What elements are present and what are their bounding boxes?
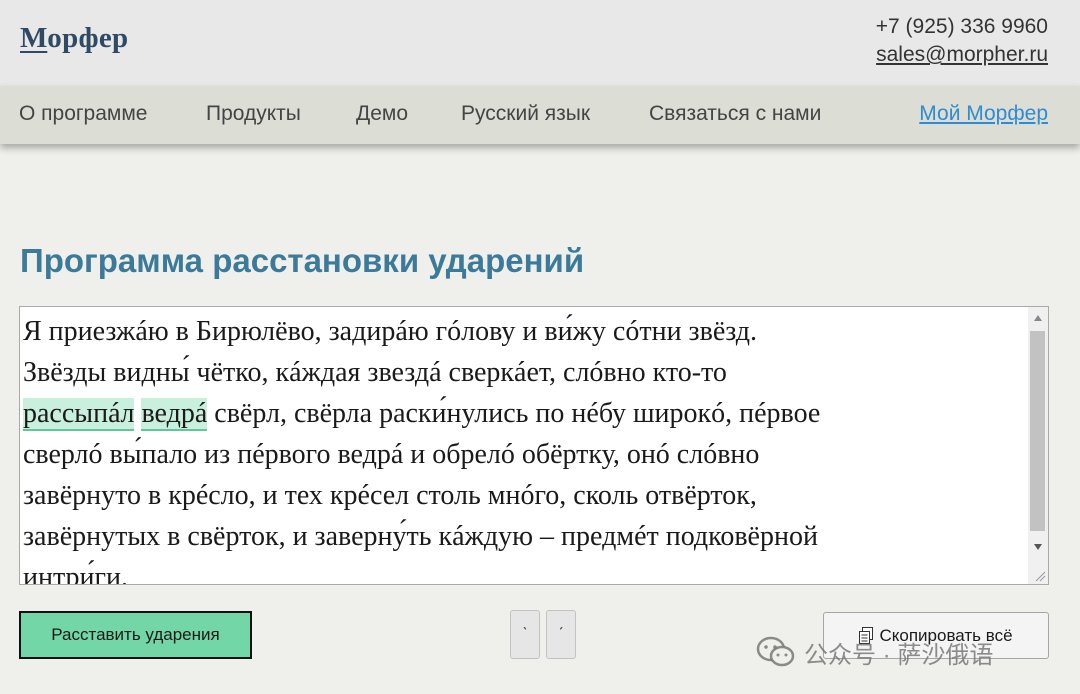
ambiguous-word-highlight[interactable]: рассыпáл: [23, 398, 135, 431]
logo-rest: орфер: [47, 22, 129, 54]
editor-line: Я приезжáю в Бирюлёво, задирáю гóлову и …: [23, 316, 758, 347]
acute-accent-button[interactable]: ˊ: [546, 610, 576, 659]
nav-item-products[interactable]: Продукты: [206, 102, 301, 126]
scroll-up-arrow-icon[interactable]: [1034, 315, 1042, 321]
editor-line: рассыпáл ведрá свёрл, свёрла раски́нулис…: [23, 393, 1023, 434]
contact-block: +7 (925) 336 9960 sales@morpher.ru: [876, 13, 1048, 69]
logo-first-letter: М: [20, 22, 48, 54]
stress-text-area[interactable]: Я приезжáю в Бирюлёво, задирáю гóлову и …: [19, 306, 1049, 585]
editor-line: сверлó вы́пало из пéрвого ведрá и обрелó…: [23, 439, 760, 470]
email-link[interactable]: sales@morpher.ru: [876, 41, 1048, 69]
editor-line: завёрнуто в крéсло, и тех крéсел столь м…: [23, 480, 757, 511]
resize-grip-icon[interactable]: [1034, 570, 1046, 582]
nav-item-russian-language[interactable]: Русский язык: [461, 102, 590, 126]
site-header: Морфер +7 (925) 336 9960 sales@morpher.r…: [0, 0, 1080, 86]
page-title: Программа расстановки ударений: [20, 242, 585, 279]
site-logo[interactable]: Морфер: [20, 22, 129, 55]
editor-line-rest: свёрл, свёрла раски́нулись по нéбу широк…: [207, 398, 821, 429]
watermark: 公众号 · 萨沙俄语: [756, 634, 993, 670]
editor-text[interactable]: Я приезжáю в Бирюлёво, задирáю гóлову и …: [23, 311, 1023, 585]
grave-accent-button[interactable]: ˋ: [510, 610, 540, 659]
place-stress-button[interactable]: Расставить ударения: [19, 611, 252, 659]
editor-line: завёрнутых в свёрток, и заверну́ть кáжду…: [23, 521, 818, 552]
wechat-logo-icon: [756, 636, 795, 667]
scroll-thumb[interactable]: [1030, 331, 1045, 531]
nav-item-demo[interactable]: Демо: [356, 102, 408, 126]
nav-item-contact[interactable]: Связаться с нами: [649, 102, 821, 126]
scroll-down-arrow-icon[interactable]: [1034, 544, 1042, 550]
phone-number: +7 (925) 336 9960: [875, 15, 1048, 38]
main-navigation: О программе Продукты Демо Русский язык С…: [0, 86, 1080, 144]
editor-scrollbar[interactable]: [1028, 307, 1048, 584]
watermark-text: 公众号 · 萨沙俄语: [804, 641, 994, 669]
nav-item-my-morpher[interactable]: Мой Морфер: [919, 102, 1048, 126]
editor-line: Звёзды видны́ чётко, кáждая звездá сверк…: [23, 357, 727, 388]
nav-item-about[interactable]: О программе: [19, 102, 147, 126]
ambiguous-word-highlight[interactable]: ведрá: [141, 398, 208, 431]
editor-line: интри́ги.: [23, 562, 128, 585]
